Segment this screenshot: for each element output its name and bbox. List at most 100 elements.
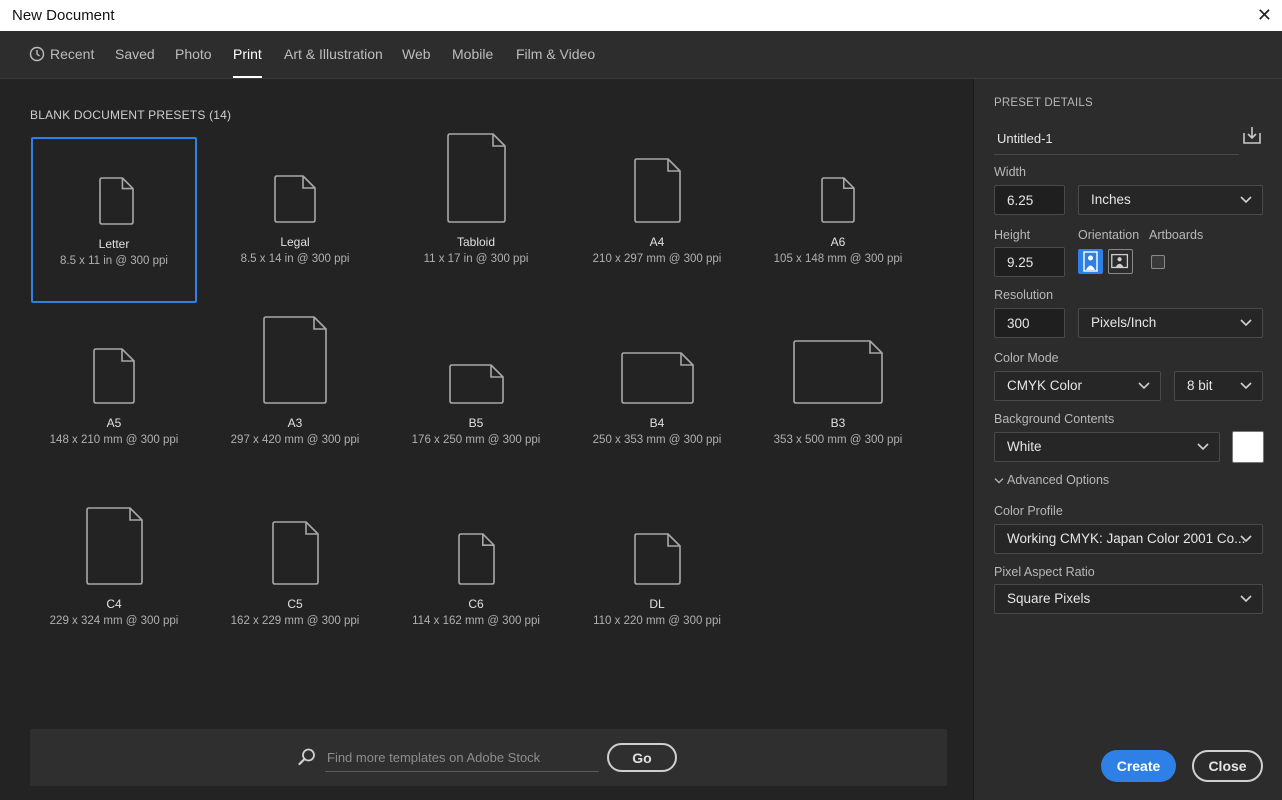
go-button[interactable]: Go	[607, 743, 677, 772]
tab-recent[interactable]: Recent	[29, 31, 95, 78]
preset-tile-a5[interactable]: A5 148 x 210 mm @ 300 ppi	[31, 318, 197, 484]
preset-dimensions: 250 x 353 mm @ 300 ppi	[592, 434, 722, 446]
preset-tile-b3[interactable]: B3 353 x 500 mm @ 300 ppi	[755, 318, 921, 484]
advanced-options-toggle[interactable]: Advanced Options	[994, 473, 1109, 487]
background-value: White	[1007, 439, 1042, 454]
orientation-label: Orientation	[1078, 228, 1140, 242]
preset-name: Letter	[98, 237, 130, 251]
chevron-down-icon	[1240, 382, 1252, 390]
preset-tile-a3[interactable]: A3 297 x 420 mm @ 300 ppi	[212, 316, 378, 484]
tab-print[interactable]: Print	[233, 31, 262, 78]
preset-tile-c4[interactable]: C4 229 x 324 mm @ 300 ppi	[31, 499, 197, 665]
bit-depth-select[interactable]: 8 bit	[1174, 371, 1263, 401]
chevron-down-icon	[1197, 443, 1209, 451]
search-icon	[298, 748, 315, 766]
preset-tile-tabloid[interactable]: Tabloid 11 x 17 in @ 300 ppi	[393, 133, 559, 303]
landscape-orientation-button[interactable]	[1108, 249, 1133, 274]
document-icon	[85, 507, 143, 585]
pixel-aspect-value: Square Pixels	[1007, 591, 1091, 606]
document-icon	[448, 364, 504, 404]
preset-dimensions: 353 x 500 mm @ 300 ppi	[773, 434, 903, 446]
preset-details-panel: PRESET DETAILS Width Inches Height Orien…	[973, 79, 1282, 800]
width-input[interactable]	[994, 185, 1065, 215]
tab-mobile[interactable]: Mobile	[452, 31, 493, 78]
preset-tile-legal[interactable]: Legal 8.5 x 14 in @ 300 ppi	[212, 137, 378, 303]
presets-count: (14)	[209, 108, 232, 122]
preset-name: B5	[468, 416, 484, 430]
background-color-swatch[interactable]	[1232, 431, 1264, 463]
presets-heading: BLANK DOCUMENT PRESETS (14)	[30, 108, 231, 122]
preset-dimensions: 229 x 324 mm @ 300 ppi	[49, 615, 179, 627]
document-icon	[633, 158, 681, 223]
clock-icon	[29, 46, 45, 62]
width-unit-value: Inches	[1091, 192, 1131, 207]
document-icon	[271, 521, 319, 585]
preset-tile-c6[interactable]: C6 114 x 162 mm @ 300 ppi	[393, 499, 559, 665]
color-profile-value: Working CMYK: Japan Color 2001 Co...	[1007, 531, 1246, 546]
pixel-aspect-select[interactable]: Square Pixels	[994, 584, 1263, 614]
preset-tile-a4[interactable]: A4 210 x 297 mm @ 300 ppi	[574, 137, 740, 303]
window-close-icon[interactable]: ✕	[1257, 5, 1272, 25]
portrait-orientation-button[interactable]	[1078, 249, 1103, 274]
preset-tile-letter[interactable]: Letter 8.5 x 11 in @ 300 ppi	[31, 137, 197, 303]
resolution-input[interactable]	[994, 308, 1065, 338]
document-icon	[633, 533, 681, 585]
tab-saved[interactable]: Saved	[115, 31, 155, 78]
height-label: Height	[994, 228, 1031, 242]
preset-name: C4	[106, 597, 122, 611]
height-input[interactable]	[994, 247, 1065, 277]
preset-dimensions: 297 x 420 mm @ 300 ppi	[230, 434, 360, 446]
preset-name: A4	[649, 235, 665, 249]
width-unit-select[interactable]: Inches	[1078, 185, 1263, 215]
tab-film-video[interactable]: Film & Video	[516, 31, 595, 78]
color-profile-select[interactable]: Working CMYK: Japan Color 2001 Co...	[994, 524, 1263, 554]
document-icon	[457, 533, 495, 585]
preset-tile-b4[interactable]: B4 250 x 353 mm @ 300 ppi	[574, 318, 740, 484]
document-name-input[interactable]	[994, 122, 1239, 155]
create-button[interactable]: Create	[1101, 750, 1176, 782]
title-bar: New Document ✕	[0, 0, 1282, 31]
chevron-down-icon	[994, 477, 1004, 484]
preset-tile-a6[interactable]: A6 105 x 148 mm @ 300 ppi	[755, 137, 921, 303]
preset-dimensions: 110 x 220 mm @ 300 ppi	[593, 615, 721, 627]
document-icon	[821, 177, 855, 223]
stock-search-input[interactable]	[325, 743, 599, 772]
background-select[interactable]: White	[994, 432, 1220, 462]
preset-dimensions: 105 x 148 mm @ 300 ppi	[773, 253, 903, 265]
document-icon	[793, 340, 883, 404]
resolution-label: Resolution	[994, 288, 1054, 302]
preset-tile-dl[interactable]: DL 110 x 220 mm @ 300 ppi	[574, 499, 740, 665]
tab-web[interactable]: Web	[402, 31, 431, 78]
artboards-label: Artboards	[1149, 228, 1204, 242]
preset-name: Tabloid	[456, 235, 496, 249]
color-profile-label: Color Profile	[994, 504, 1063, 518]
preset-dimensions: 8.5 x 11 in @ 300 ppi	[59, 255, 168, 267]
tab-photo[interactable]: Photo	[175, 31, 212, 78]
color-mode-select[interactable]: CMYK Color	[994, 371, 1161, 401]
preset-name: A5	[106, 416, 122, 430]
landscape-icon	[1111, 253, 1129, 269]
tab-label: Recent	[50, 46, 95, 62]
preset-tile-c5[interactable]: C5 162 x 229 mm @ 300 ppi	[212, 499, 378, 665]
preset-details-title: PRESET DETAILS	[994, 97, 1093, 109]
preset-name: B3	[830, 416, 846, 430]
artboards-checkbox[interactable]	[1151, 255, 1165, 269]
resolution-unit-value: Pixels/Inch	[1091, 315, 1157, 330]
resolution-unit-select[interactable]: Pixels/Inch	[1078, 308, 1263, 338]
close-button[interactable]: Close	[1192, 750, 1263, 782]
preset-name: Legal	[280, 235, 310, 249]
presets-heading-text: BLANK DOCUMENT PRESETS	[30, 108, 206, 122]
stock-search-bar: Go	[30, 729, 947, 786]
preset-tile-b5[interactable]: B5 176 x 250 mm @ 300 ppi	[393, 318, 559, 484]
preset-dimensions: 162 x 229 mm @ 300 ppi	[230, 615, 360, 627]
portrait-icon	[1083, 251, 1098, 272]
preset-name: C6	[468, 597, 484, 611]
preset-name: A6	[830, 235, 846, 249]
color-mode-label: Color Mode	[994, 351, 1059, 365]
preset-dimensions: 8.5 x 14 in @ 300 ppi	[240, 253, 350, 265]
preset-dimensions: 210 x 297 mm @ 300 ppi	[592, 253, 722, 265]
tab-art-illustration[interactable]: Art & Illustration	[284, 31, 383, 78]
preset-dimensions: 11 x 17 in @ 300 ppi	[423, 253, 529, 265]
save-preset-icon[interactable]	[1241, 124, 1263, 146]
pixel-aspect-label: Pixel Aspect Ratio	[994, 565, 1095, 579]
